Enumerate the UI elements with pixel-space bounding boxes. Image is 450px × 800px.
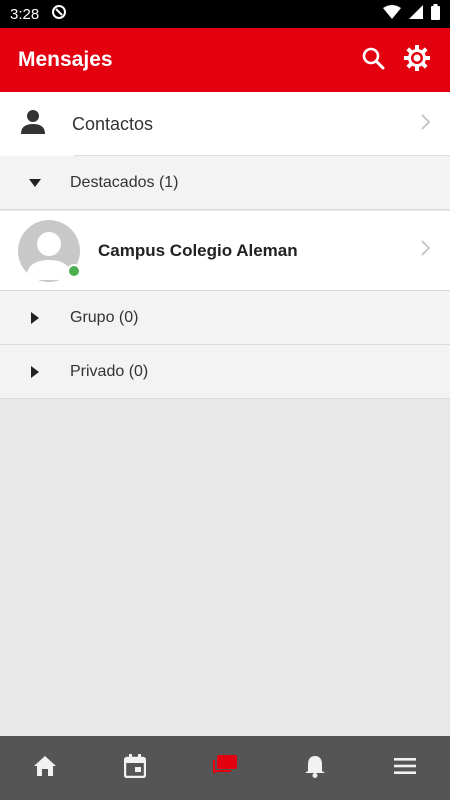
online-status-dot bbox=[67, 263, 81, 278]
person-icon bbox=[18, 107, 48, 142]
nav-messages[interactable] bbox=[205, 748, 245, 788]
nav-notifications[interactable] bbox=[295, 748, 335, 788]
app-bar: Mensajes bbox=[0, 28, 450, 92]
triangle-right-icon bbox=[0, 365, 70, 378]
section-label: Grupo (0) bbox=[70, 308, 139, 326]
section-label: Privado (0) bbox=[70, 362, 149, 380]
chevron-right-icon bbox=[420, 113, 432, 136]
page-title: Mensajes bbox=[18, 48, 113, 71]
wifi-icon bbox=[383, 5, 401, 23]
sync-status-icon bbox=[51, 4, 67, 24]
chevron-right-icon bbox=[420, 239, 432, 262]
section-grupo[interactable]: Grupo (0) bbox=[0, 291, 450, 345]
nav-calendar[interactable] bbox=[115, 748, 155, 788]
battery-icon bbox=[431, 4, 440, 24]
gear-icon bbox=[403, 44, 431, 77]
triangle-right-icon bbox=[0, 311, 70, 324]
conversation-name: Campus Colegio Aleman bbox=[98, 240, 298, 260]
status-bar: 3:28 bbox=[0, 0, 450, 28]
avatar bbox=[18, 219, 81, 282]
nav-menu[interactable] bbox=[385, 748, 425, 788]
calendar-icon bbox=[123, 753, 147, 783]
conversation-row[interactable]: Campus Colegio Aleman bbox=[0, 211, 450, 291]
settings-button[interactable] bbox=[402, 44, 432, 77]
section-privado[interactable]: Privado (0) bbox=[0, 345, 450, 399]
section-destacados[interactable]: Destacados (1) bbox=[0, 156, 450, 210]
status-time: 3:28 bbox=[10, 5, 40, 23]
search-icon bbox=[361, 46, 385, 75]
home-icon bbox=[33, 755, 57, 782]
bell-icon bbox=[304, 754, 326, 783]
contacts-row[interactable]: Contactos bbox=[0, 92, 450, 156]
nav-home[interactable] bbox=[25, 748, 65, 788]
section-label: Destacados (1) bbox=[70, 173, 179, 191]
bottom-nav bbox=[0, 736, 450, 800]
triangle-down-icon bbox=[0, 178, 70, 187]
contacts-label: Contactos bbox=[72, 113, 154, 134]
messages-icon bbox=[212, 754, 238, 783]
signal-icon bbox=[409, 5, 423, 23]
search-button[interactable] bbox=[358, 45, 388, 75]
menu-icon bbox=[393, 757, 417, 780]
